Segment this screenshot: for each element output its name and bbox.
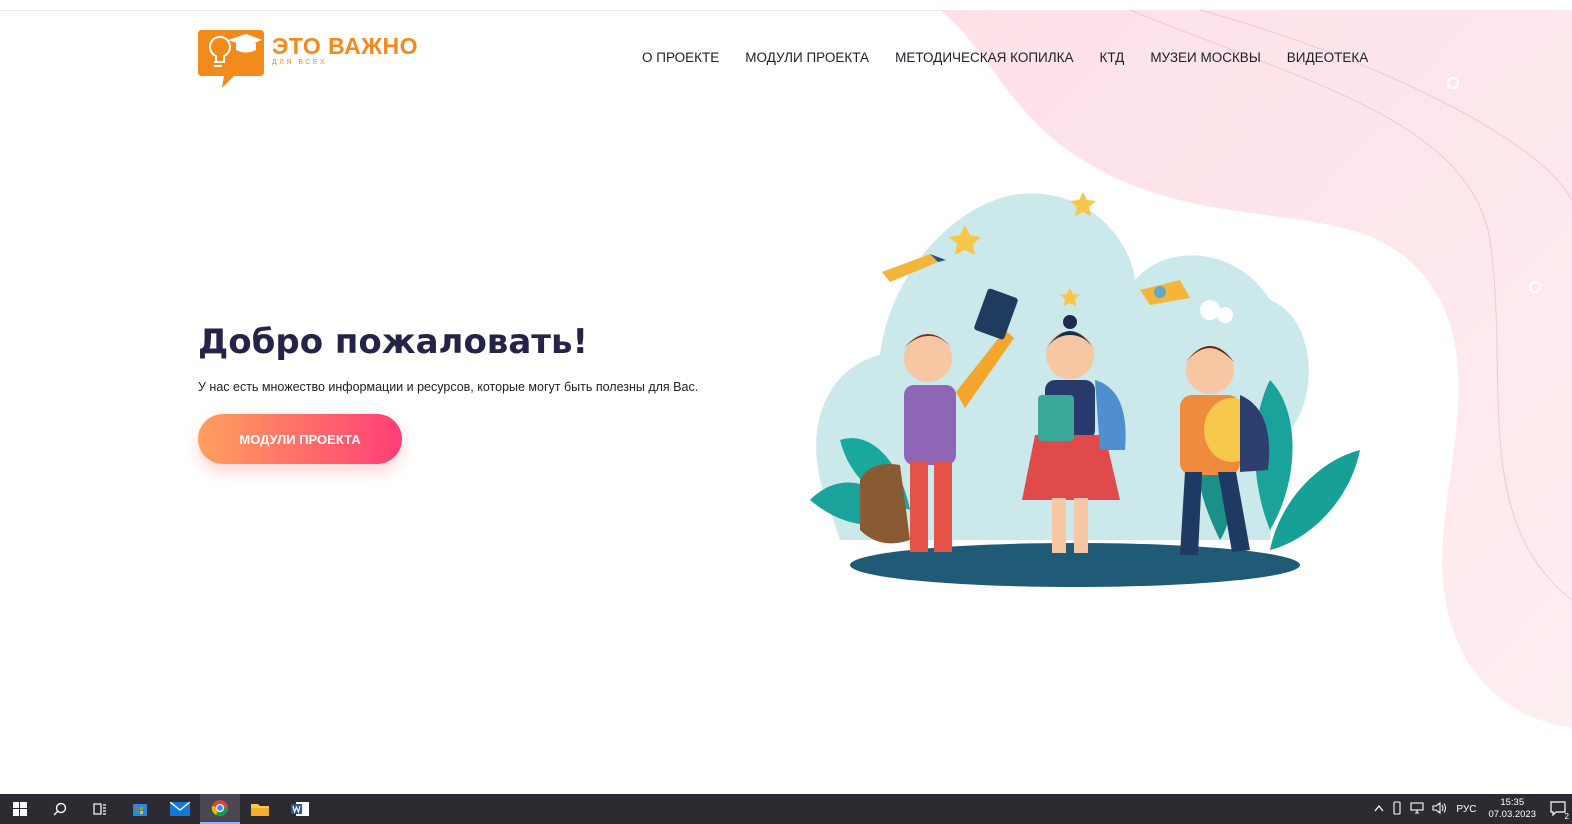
nav-item-museums[interactable]: МУЗЕИ МОСКВЫ [1150, 50, 1260, 65]
mail-icon[interactable] [160, 794, 200, 824]
logo-graduation-bulb-icon [198, 30, 264, 88]
modules-button[interactable]: МОДУЛИ ПРОЕКТА [198, 414, 402, 464]
chrome-icon[interactable] [200, 794, 240, 824]
word-icon[interactable] [280, 794, 320, 824]
logo-title: ЭТО ВАЖНО [272, 33, 418, 59]
nav-item-about[interactable]: О ПРОЕКТЕ [642, 50, 719, 65]
search-icon[interactable] [40, 794, 80, 824]
notifications-icon[interactable]: 2 [1550, 800, 1569, 821]
hero-description: У нас есть множество информации и ресурс… [198, 380, 699, 394]
windows-taskbar: РУС 15:35 07.03.2023 2 [0, 794, 1572, 824]
nav-item-modules[interactable]: МОДУЛИ ПРОЕКТА [745, 50, 869, 65]
windows-start-icon[interactable] [0, 794, 40, 824]
main-navigation: О ПРОЕКТЕ МОДУЛИ ПРОЕКТА МЕТОДИЧЕСКАЯ КО… [642, 50, 1394, 65]
system-tray: РУС 15:35 07.03.2023 2 [1370, 794, 1572, 824]
file-explorer-icon[interactable] [240, 794, 280, 824]
network-icon[interactable] [1410, 801, 1424, 817]
logo-subtitle: ДЛЯ ВСЕХ [272, 59, 328, 66]
chevron-up-icon[interactable] [1374, 804, 1384, 815]
clock-time: 15:35 [1500, 797, 1525, 808]
kids-illustration [810, 192, 1360, 587]
language-indicator[interactable]: РУС [1456, 804, 1476, 815]
nav-item-methodology[interactable]: МЕТОДИЧЕСКАЯ КОПИЛКА [895, 50, 1073, 65]
nav-item-ktd[interactable]: КТД [1100, 50, 1125, 65]
top-border [0, 10, 1572, 11]
nav-item-videos[interactable]: ВИДЕОТЕКА [1287, 50, 1368, 65]
clock[interactable]: 15:35 07.03.2023 [1488, 797, 1536, 821]
site-logo[interactable]: ЭТО ВАЖНО ДЛЯ ВСЕХ [196, 28, 418, 92]
clock-date: 07.03.2023 [1488, 809, 1536, 820]
hero-title: Добро пожаловать! [198, 322, 588, 362]
volume-icon[interactable] [1432, 801, 1448, 817]
task-view-icon[interactable] [80, 794, 120, 824]
notification-count: 2 [1564, 811, 1569, 821]
usb-device-icon[interactable] [1392, 800, 1402, 818]
store-icon[interactable] [120, 794, 160, 824]
